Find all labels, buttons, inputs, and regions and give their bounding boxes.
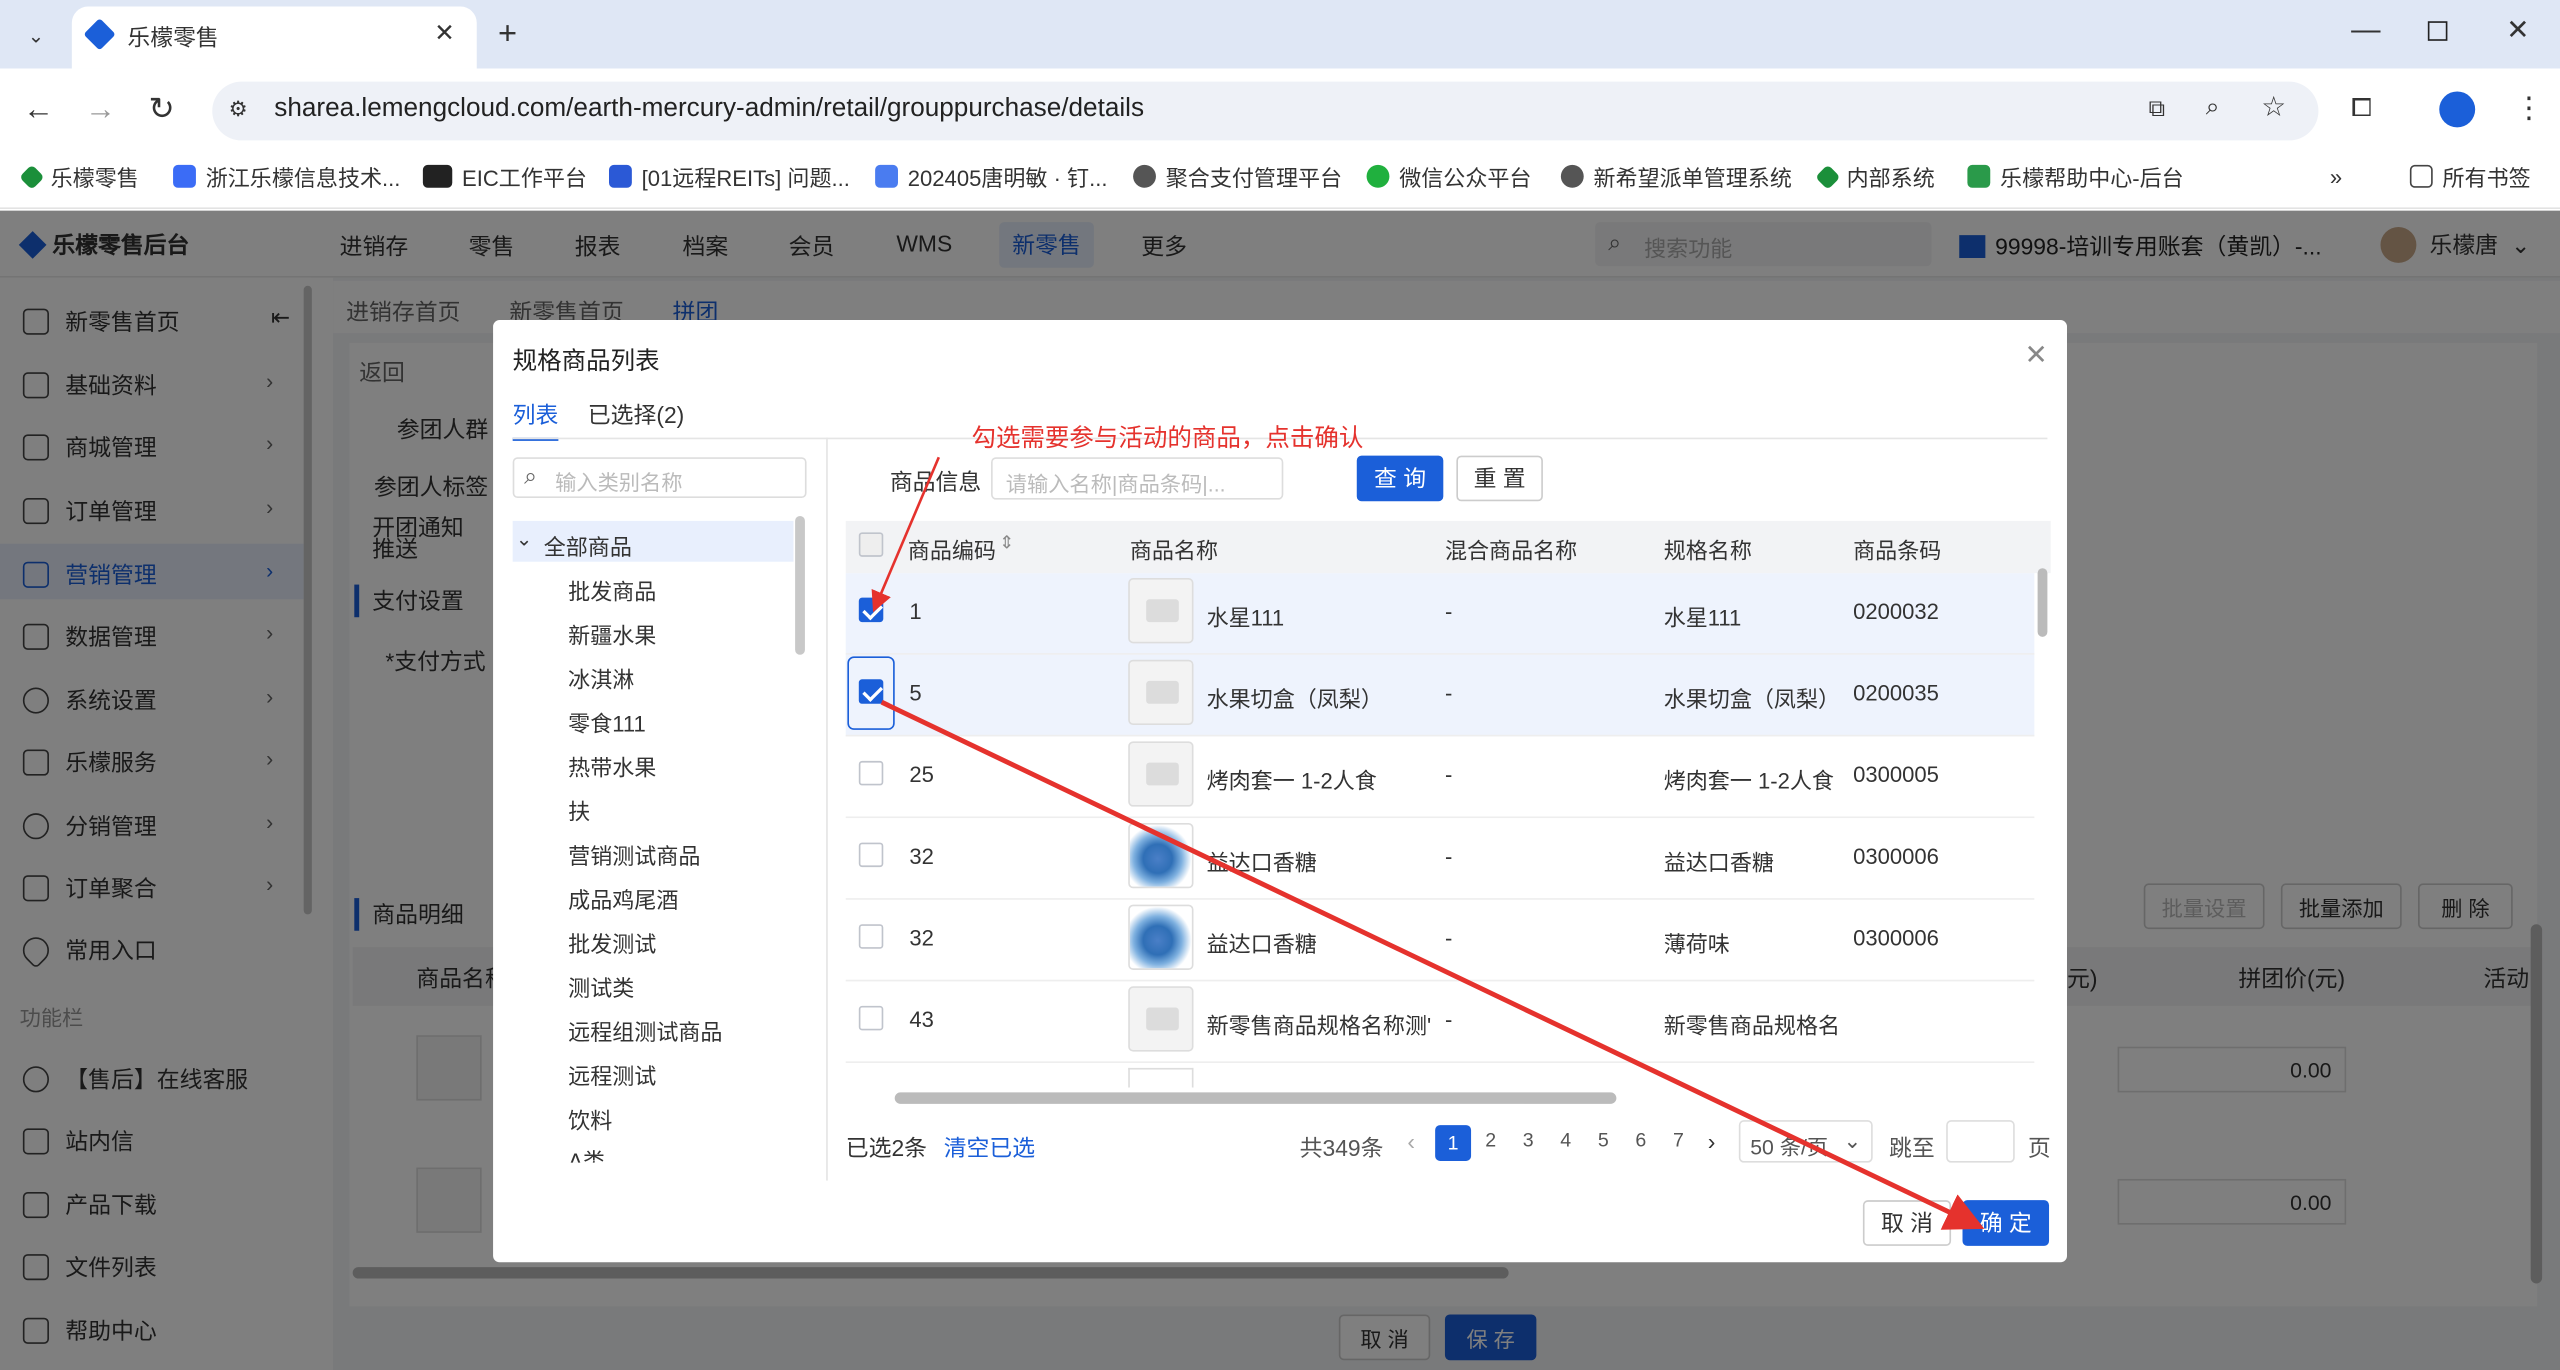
annotation-arrows	[871, 456, 1985, 1230]
arrow-to-confirm	[880, 699, 1985, 1230]
arrow-to-checkbox	[871, 456, 941, 613]
